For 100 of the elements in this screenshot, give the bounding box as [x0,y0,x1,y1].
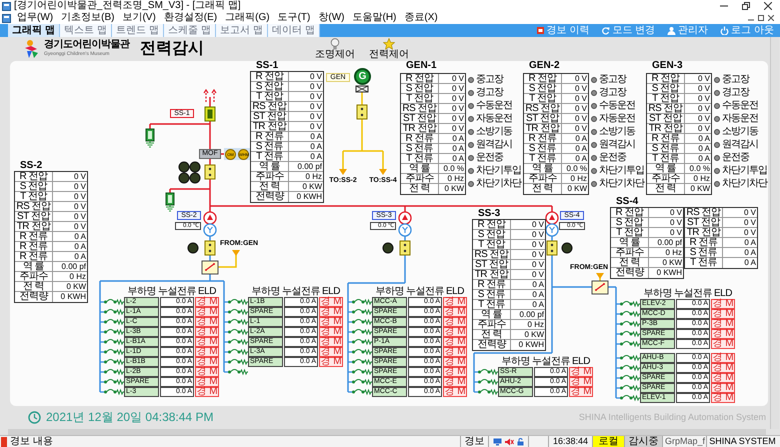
horizontal-scrollbar[interactable] [8,429,766,435]
tab[interactable]: 스케줄 맵 [164,24,216,37]
meter-value: 0 KWH [518,340,545,350]
meter-value: 0 V [450,94,465,103]
tab[interactable]: 트렌드 맵 [112,24,164,37]
tab[interactable]: 데이터 맵 [268,24,320,37]
close-icon[interactable] [768,15,774,21]
meter-value: 0 V [308,92,323,101]
meter-value: 0.0 % [688,164,711,173]
eld-status: 경 M [195,347,219,357]
meter-label: 역 률 [401,164,439,173]
lamp-label: 경고장 [599,86,626,98]
tab[interactable]: 텍스트 맵 [60,24,112,37]
breaker-icon [474,377,498,387]
meter-value: 0 KW [443,184,465,194]
meter-value: 0 V [308,102,323,111]
meter-label: S 전압 [251,82,289,91]
meter-label: 전력량 [15,292,53,302]
page-title: 전력감시 [140,40,204,58]
menu-item[interactable]: 그래픽(G) [221,12,274,24]
lock-icon[interactable] [517,438,524,446]
column-header: ELD [322,287,340,297]
lamp-label: 차단기차단 [599,178,644,190]
eld-status: 경 M [711,383,735,393]
restore-icon[interactable] [758,15,764,21]
meter-label: T 전압 [401,94,439,103]
breaker-icon [348,367,372,377]
meter-value: 0 V [450,74,465,83]
eld-status: 경 M [443,307,467,317]
lamp-label: 차단기차단 [722,178,767,190]
arrow [379,151,387,175]
meter-label: R 전압 [473,220,511,229]
meter-label: 주파수 [473,320,511,329]
meter-label: S 전압 [473,230,511,239]
menu-item[interactable]: 보기(V) [118,12,160,24]
meter-label: TR 전압 [401,124,439,133]
meter-label: TR 전압 [685,228,723,237]
meter-value: 0 V [574,104,588,113]
breaker-icon [474,367,498,377]
power-control-button[interactable]: 전력제어 [366,38,412,60]
breaker-icon [100,367,124,377]
meter-label: RS 전압 [647,104,685,113]
menu-item[interactable]: 업무(W) [13,12,58,24]
breaker-icon [356,86,368,92]
meter-label: RS 전압 [401,104,439,113]
arrow [339,151,347,175]
close-icon[interactable] [764,2,772,10]
meter-value: 0 V [450,114,465,123]
alarm-status: 경보 [460,436,488,447]
lamp-label: 수동운전 [722,100,758,112]
eld-status: 경 M [443,357,467,367]
meter-value: 0 Hz [68,272,87,281]
menu-item[interactable]: 기초정보(B) [57,12,118,24]
eld-status: 경 M [711,353,735,363]
meter-label: R 전류 [15,232,53,241]
meter-value: 0.00 pf [518,310,545,319]
maximize-icon[interactable] [742,2,750,10]
menu-item[interactable]: 도구(T) [274,12,314,24]
speaker-icon[interactable] [505,438,514,446]
company-name: SHINA SYSTEM [706,436,778,447]
meter-title: SS-2 [19,161,44,171]
tab[interactable]: 그래픽 맵 [8,24,60,37]
eld-status: 경 M [195,367,219,377]
menu-item[interactable]: 환경설정(E) [160,12,222,24]
monitor-icon[interactable] [493,438,502,446]
meter-label: R 전압 [647,74,685,83]
meter-label: T 전압 [524,94,562,103]
meter-label: ST 전압 [647,114,685,123]
tab[interactable]: 보고서 맵 [216,24,268,37]
meter-label: S 전류 [251,142,289,151]
meter-value: 0 V [450,124,465,133]
menu-item[interactable]: 창(W) [314,12,348,24]
meter-label: T 전압 [251,92,289,101]
lamp-label: 수동운전 [599,100,635,112]
meter-title: GEN-2 [528,61,561,71]
breaker-icon [224,357,248,367]
indicator-icon [178,162,190,172]
breaker-icon [616,329,640,339]
menu-item[interactable]: 종료(X) [400,12,442,24]
breaker-icon [100,337,124,347]
meter-label: ST 전압 [15,212,53,221]
meter-label: S 전류 [524,144,562,153]
meter-label: R 전류 [401,134,439,143]
breaker-icon [224,307,248,317]
lighting-control-button[interactable]: 조명제어 [312,38,358,60]
meter-value: 0 V [308,82,323,91]
meter-label: 전 력 [15,282,53,291]
lamp-label: 차단기차단 [476,178,521,190]
meter-value: 0 KW [65,282,87,291]
lamp-label: 경고장 [476,86,503,98]
meter-value: 0 A [574,134,588,143]
meter-value: 0 V [308,112,323,121]
meter-value: 0 A [451,154,465,163]
meter-value: 0 V [72,182,87,191]
breaker-icon [474,387,498,397]
menu-item[interactable]: 도움말(H) [348,12,400,24]
eld-status: 경 M [195,387,219,397]
lamp-label: 차단기투입 [599,164,644,176]
meter-label: 전력량 [473,340,511,350]
meter-label: TR 전압 [524,124,562,133]
